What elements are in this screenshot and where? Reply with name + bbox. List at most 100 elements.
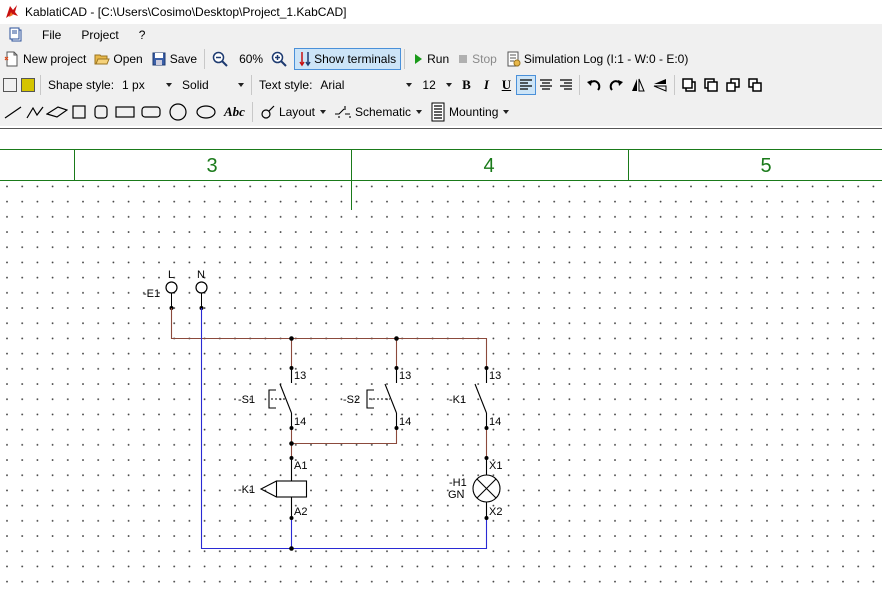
new-project-icon	[4, 51, 18, 67]
new-project-label: New project	[23, 52, 87, 66]
layout-menu-button[interactable]: Layout	[256, 101, 330, 123]
simulation-log-button[interactable]: Simulation Log (I:1 - W:0 - E:0)	[501, 48, 693, 70]
send-backward-icon	[726, 78, 741, 92]
rectangle-tool-button[interactable]	[112, 101, 138, 123]
stop-icon	[459, 55, 468, 63]
circle-tool-icon	[169, 103, 187, 121]
rounded-square-tool-icon	[94, 105, 108, 119]
flip-horizontal-button[interactable]	[627, 74, 649, 96]
rounded-rectangle-tool-button[interactable]	[138, 101, 164, 123]
rotate-right-icon	[610, 80, 624, 91]
mounting-label: Mounting	[449, 105, 499, 119]
bold-button[interactable]: B	[456, 75, 476, 95]
bring-to-front-button[interactable]	[678, 74, 700, 96]
pin-dot	[394, 426, 399, 430]
zoom-out-icon	[212, 51, 228, 67]
rotate-right-button[interactable]	[605, 74, 627, 96]
show-terminals-button[interactable]: Show terminals	[294, 48, 402, 70]
zoom-out-button[interactable]	[208, 48, 235, 70]
junction-dot	[289, 546, 294, 551]
align-center-button[interactable]	[536, 75, 556, 95]
play-icon	[415, 54, 423, 64]
new-project-button[interactable]: New project	[0, 48, 90, 70]
run-button[interactable]: Run	[408, 48, 453, 70]
main-toolbar: New project Open Save 60% Show terminals…	[0, 46, 882, 72]
align-center-icon	[540, 79, 553, 90]
align-left-button[interactable]	[516, 75, 537, 95]
send-to-back-icon	[748, 78, 763, 92]
menu-help[interactable]: ?	[129, 24, 156, 46]
line-width-select[interactable]: 1 px	[118, 75, 177, 95]
underline-button[interactable]: U	[496, 75, 516, 95]
document-icon[interactable]	[8, 27, 24, 43]
rounded-square-tool-button[interactable]	[90, 101, 112, 123]
terminal-n[interactable]	[195, 281, 208, 294]
polygon-tool-icon	[46, 106, 68, 118]
polygon-tool-button[interactable]	[46, 101, 68, 123]
polyline-tool-button[interactable]	[24, 101, 46, 123]
chevron-down-icon	[503, 110, 510, 114]
pin-label: A1	[294, 460, 307, 472]
terminal-l[interactable]	[165, 281, 178, 294]
italic-button[interactable]: I	[476, 75, 496, 95]
rotate-left-button[interactable]	[583, 74, 605, 96]
pin-dot	[289, 426, 294, 430]
ellipse-tool-icon	[196, 105, 216, 119]
flip-vertical-icon	[654, 79, 667, 92]
log-icon	[507, 51, 521, 67]
drawing-canvas[interactable]: 3 4 5 -E1 L N -S1 13 14 -S2 13 14 -K1 13…	[0, 128, 882, 586]
font-select[interactable]: Arial	[316, 75, 417, 95]
align-left-icon	[520, 79, 533, 90]
text-style-label: Text style:	[259, 78, 313, 92]
text-tool-button[interactable]: Abc	[220, 101, 249, 123]
junction-dot	[289, 336, 294, 341]
bring-forward-icon	[704, 78, 719, 92]
run-label: Run	[427, 52, 450, 66]
menu-file[interactable]: File	[32, 24, 71, 46]
pin-dot	[289, 456, 294, 460]
terminal-label: N	[197, 269, 205, 281]
schematic-label: Schematic	[354, 105, 412, 119]
toolbar-separator	[579, 75, 581, 95]
line-style-value: Solid	[182, 78, 209, 92]
pin-label: 14	[399, 416, 411, 428]
ellipse-tool-button[interactable]	[192, 101, 220, 123]
zoom-in-icon	[271, 51, 287, 67]
menu-bar: File Project ?	[0, 24, 882, 46]
stop-button[interactable]: Stop	[453, 48, 501, 70]
font-value: Arial	[320, 78, 345, 92]
align-right-button[interactable]	[556, 75, 576, 95]
menu-project[interactable]: Project	[71, 24, 128, 46]
open-button[interactable]: Open	[90, 48, 146, 70]
send-backward-button[interactable]	[722, 74, 744, 96]
toolbar-separator	[251, 75, 253, 95]
align-right-icon	[560, 79, 573, 90]
toolbar-separator	[251, 102, 253, 122]
line-tool-button[interactable]	[2, 101, 24, 123]
font-size-select[interactable]: 12	[418, 75, 457, 95]
column-number: 3	[206, 155, 217, 177]
zoom-level: 60%	[239, 52, 264, 66]
shape-style-label: Shape style:	[48, 78, 115, 92]
pin-dot	[289, 516, 294, 520]
square-tool-button[interactable]	[68, 101, 90, 123]
bring-forward-button[interactable]	[700, 74, 722, 96]
mounting-menu-button[interactable]: Mounting	[426, 101, 513, 123]
line-style-select[interactable]: Solid	[178, 75, 249, 95]
circle-tool-button[interactable]	[164, 101, 192, 123]
flip-vertical-button[interactable]	[649, 74, 671, 96]
send-to-back-button[interactable]	[744, 74, 766, 96]
schematic-icon	[334, 106, 351, 118]
fill-color-swatch[interactable]	[21, 78, 35, 92]
polyline-tool-icon	[26, 106, 44, 119]
line-tool-icon	[4, 106, 22, 119]
zoom-in-button[interactable]	[267, 48, 294, 70]
open-label: Open	[113, 52, 143, 66]
pin-dot	[289, 366, 294, 370]
mounting-icon	[431, 102, 445, 122]
toolbar-separator	[40, 75, 41, 95]
stroke-color-swatch[interactable]	[3, 78, 17, 92]
bring-to-front-icon	[682, 78, 697, 92]
save-button[interactable]: Save	[147, 48, 201, 70]
schematic-menu-button[interactable]: Schematic	[330, 101, 426, 123]
